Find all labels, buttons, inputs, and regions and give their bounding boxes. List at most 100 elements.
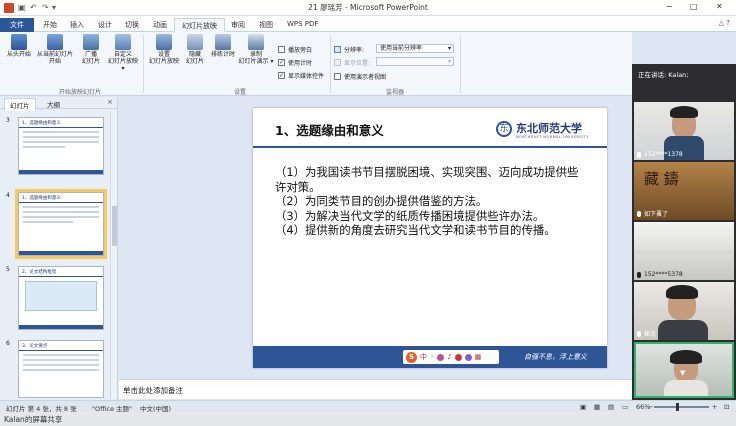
chevron-down-icon: ▾ bbox=[447, 45, 451, 52]
monitor-icon bbox=[334, 46, 341, 53]
participant-hair bbox=[670, 106, 698, 118]
participant-body bbox=[664, 380, 708, 396]
thumbnail-text-line bbox=[23, 141, 99, 143]
from-beginning-button[interactable]: 从头开始 bbox=[4, 34, 34, 58]
thumbnail-text-line bbox=[23, 216, 99, 218]
scrollbar-thumb[interactable] bbox=[112, 206, 117, 246]
notes-pane[interactable]: 单击此处添加备注 bbox=[119, 379, 632, 399]
toolbox-icon[interactable]: ▦ bbox=[475, 353, 482, 361]
slide-header: 1、选题缘由和意义 东 东北师范大学 NORTHEAST NORMAL UNIV… bbox=[253, 108, 607, 148]
from-current-slide-button[interactable]: 从当前幻灯片 开始 bbox=[35, 34, 75, 65]
zoom-in-icon[interactable]: + bbox=[712, 403, 717, 411]
slide-title[interactable]: 1、选题缘由和意义 bbox=[275, 120, 384, 139]
start-group-label: 开始放映幻灯片 bbox=[58, 89, 101, 96]
thumbnail-text-line bbox=[23, 359, 99, 361]
normal-view-icon[interactable]: ▣ bbox=[580, 403, 586, 411]
participant-video[interactable]: 藏 鑄 如下蚤了 bbox=[634, 162, 734, 220]
setup-slideshow-icon bbox=[156, 34, 172, 50]
university-name: 东北师范大学 bbox=[516, 122, 582, 135]
participant-hair bbox=[670, 350, 702, 364]
title-bar: ▣ ↶ ↷ ▾ 21 廖瑶芳 - Microsoft PowerPoint − … bbox=[0, 0, 736, 16]
reading-view-icon[interactable]: ▤ bbox=[608, 403, 614, 411]
record-slideshow-button[interactable]: 录制 幻灯片演示 ▾ bbox=[238, 34, 274, 65]
slideshow-view-icon[interactable]: ▭ bbox=[622, 403, 628, 411]
slide-thumbnail-selected[interactable]: 1、选题缘由和意义 bbox=[15, 189, 107, 259]
tab-view[interactable]: 视图 bbox=[252, 18, 280, 32]
minimize-button[interactable]: − bbox=[666, 2, 673, 11]
zoom-slider[interactable] bbox=[654, 403, 709, 411]
pane-tabs: 幻灯片 大纲 × bbox=[0, 97, 117, 111]
participant-name: 152****5378 bbox=[644, 271, 683, 278]
participant-video[interactable]: 152****5378 bbox=[634, 222, 734, 280]
tab-design[interactable]: 设计 bbox=[91, 18, 119, 32]
thumbnail-title: 3、论文要点 bbox=[19, 341, 103, 351]
ribbon-tabs: 文件 开始 插入 设计 切换 动画 幻灯片放映 审阅 视图 WPS PDF △ … bbox=[0, 16, 736, 32]
punctuation-icon[interactable]: ◦ bbox=[430, 353, 434, 361]
rehearse-timings-icon bbox=[215, 34, 231, 50]
slide-thumbnail[interactable]: 2、论文结构框架 bbox=[18, 266, 104, 330]
zoom-out-icon[interactable]: − bbox=[648, 403, 653, 411]
notes-placeholder: 单击此处添加备注 bbox=[123, 386, 183, 395]
show-on-dropdown[interactable]: ▾ bbox=[376, 57, 454, 66]
keyboard-icon[interactable] bbox=[454, 353, 462, 361]
participant-name: 如下蚤了 bbox=[644, 211, 669, 218]
slideshow-current-icon bbox=[47, 34, 63, 50]
participant-video[interactable]: 152****1378 bbox=[634, 102, 734, 160]
participant-caption: 152****5378 bbox=[637, 271, 683, 278]
show-media-controls-checkbox[interactable]: ✓ 显示媒体控件 bbox=[278, 71, 324, 80]
chevron-down-icon[interactable]: ▼ bbox=[680, 369, 685, 377]
close-icon[interactable]: × bbox=[107, 98, 113, 106]
ribbon: 从头开始 从当前幻灯片 开始 广播 幻灯片 自定义 幻灯片放映 ▾ 开始放映幻灯… bbox=[0, 32, 632, 96]
zoom-slider-knob[interactable] bbox=[676, 403, 679, 411]
help-icon[interactable]: △ ? bbox=[719, 19, 730, 27]
tab-transitions[interactable]: 切换 bbox=[118, 18, 146, 32]
slideshow-start-icon bbox=[11, 34, 27, 50]
slide-canvas[interactable]: 1、选题缘由和意义 东 东北师范大学 NORTHEAST NORMAL UNIV… bbox=[253, 108, 607, 368]
resolution-dropdown[interactable]: 使用当前分辨率 ▾ bbox=[376, 44, 454, 53]
play-narrations-checkbox[interactable]: 播放旁白 bbox=[278, 45, 312, 54]
tab-home[interactable]: 开始 bbox=[36, 18, 64, 32]
slide-body-textbox[interactable]: （1）为我国读书节目摆脱困境、实现突围、迈向成功提供些许对策。 （2）为同类节目… bbox=[275, 165, 580, 238]
microphone-icon bbox=[637, 210, 641, 217]
broadcast-slideshow-button[interactable]: 广播 幻灯片 bbox=[77, 34, 105, 65]
screen-share-label: Kalan的屏幕共享 bbox=[4, 415, 63, 424]
presenter-view-checkbox[interactable]: 使用演示者视图 bbox=[334, 72, 386, 81]
tab-outline[interactable]: 大纲 bbox=[42, 98, 65, 110]
slides-scrollbar[interactable] bbox=[110, 111, 117, 399]
slide-point: （2）为同类节目的创办提供借鉴的方法。 bbox=[275, 194, 488, 208]
thumbnail-footer bbox=[19, 251, 103, 255]
tab-slides[interactable]: 幻灯片 bbox=[4, 98, 36, 111]
voice-icon[interactable]: ♪ bbox=[447, 353, 451, 361]
close-button[interactable]: ✕ bbox=[716, 2, 723, 11]
maximize-button[interactable]: □ bbox=[690, 2, 698, 11]
input-method-toolbar[interactable]: S 中 ◦ ♪ ▦ bbox=[403, 350, 499, 364]
setup-slideshow-button[interactable]: 设置 幻灯片放映 bbox=[147, 34, 181, 65]
participant-caption: 如下蚤了 bbox=[637, 209, 668, 218]
rehearse-timings-button[interactable]: 排练计时 bbox=[209, 34, 237, 58]
slide-motto: 自强不息，浮上意义 bbox=[524, 353, 587, 361]
tab-slideshow[interactable]: 幻灯片放映 bbox=[174, 18, 225, 32]
tab-file[interactable]: 文件 bbox=[0, 18, 34, 32]
slide-sorter-icon[interactable]: ▦ bbox=[594, 403, 600, 411]
skin-icon[interactable] bbox=[464, 353, 472, 361]
use-timings-checkbox[interactable]: ✓ 使用计时 bbox=[278, 58, 312, 67]
slide-thumbnail[interactable]: 3、论文要点 bbox=[18, 340, 104, 398]
tab-insert[interactable]: 插入 bbox=[63, 18, 91, 32]
window-title: 21 廖瑶芳 - Microsoft PowerPoint bbox=[308, 3, 428, 12]
tab-animations[interactable]: 动画 bbox=[146, 18, 174, 32]
emoji-icon[interactable] bbox=[437, 353, 445, 361]
custom-slideshow-button[interactable]: 自定义 幻灯片放映 ▾ bbox=[106, 34, 140, 72]
tab-wps-pdf[interactable]: WPS PDF bbox=[280, 18, 325, 32]
chinese-mode-label[interactable]: 中 bbox=[420, 352, 427, 362]
ribbon-separator bbox=[460, 35, 461, 93]
thumbnail-title: 1、选题缘由和意义 bbox=[19, 193, 103, 203]
record-slideshow-icon bbox=[248, 34, 264, 50]
participant-video[interactable]: 崔兆 bbox=[634, 282, 734, 340]
tab-review[interactable]: 审阅 bbox=[224, 18, 252, 32]
slide-number: 3 bbox=[6, 117, 10, 124]
slide-thumbnail[interactable]: 1、选题缘由和意义 bbox=[18, 117, 104, 175]
fit-to-window-icon[interactable]: ⊡ bbox=[724, 403, 729, 411]
thumbnail-mindmap bbox=[25, 281, 97, 311]
hide-slide-button[interactable]: 隐藏 幻灯片 bbox=[182, 34, 208, 65]
sogou-input-icon[interactable]: S bbox=[406, 351, 417, 363]
